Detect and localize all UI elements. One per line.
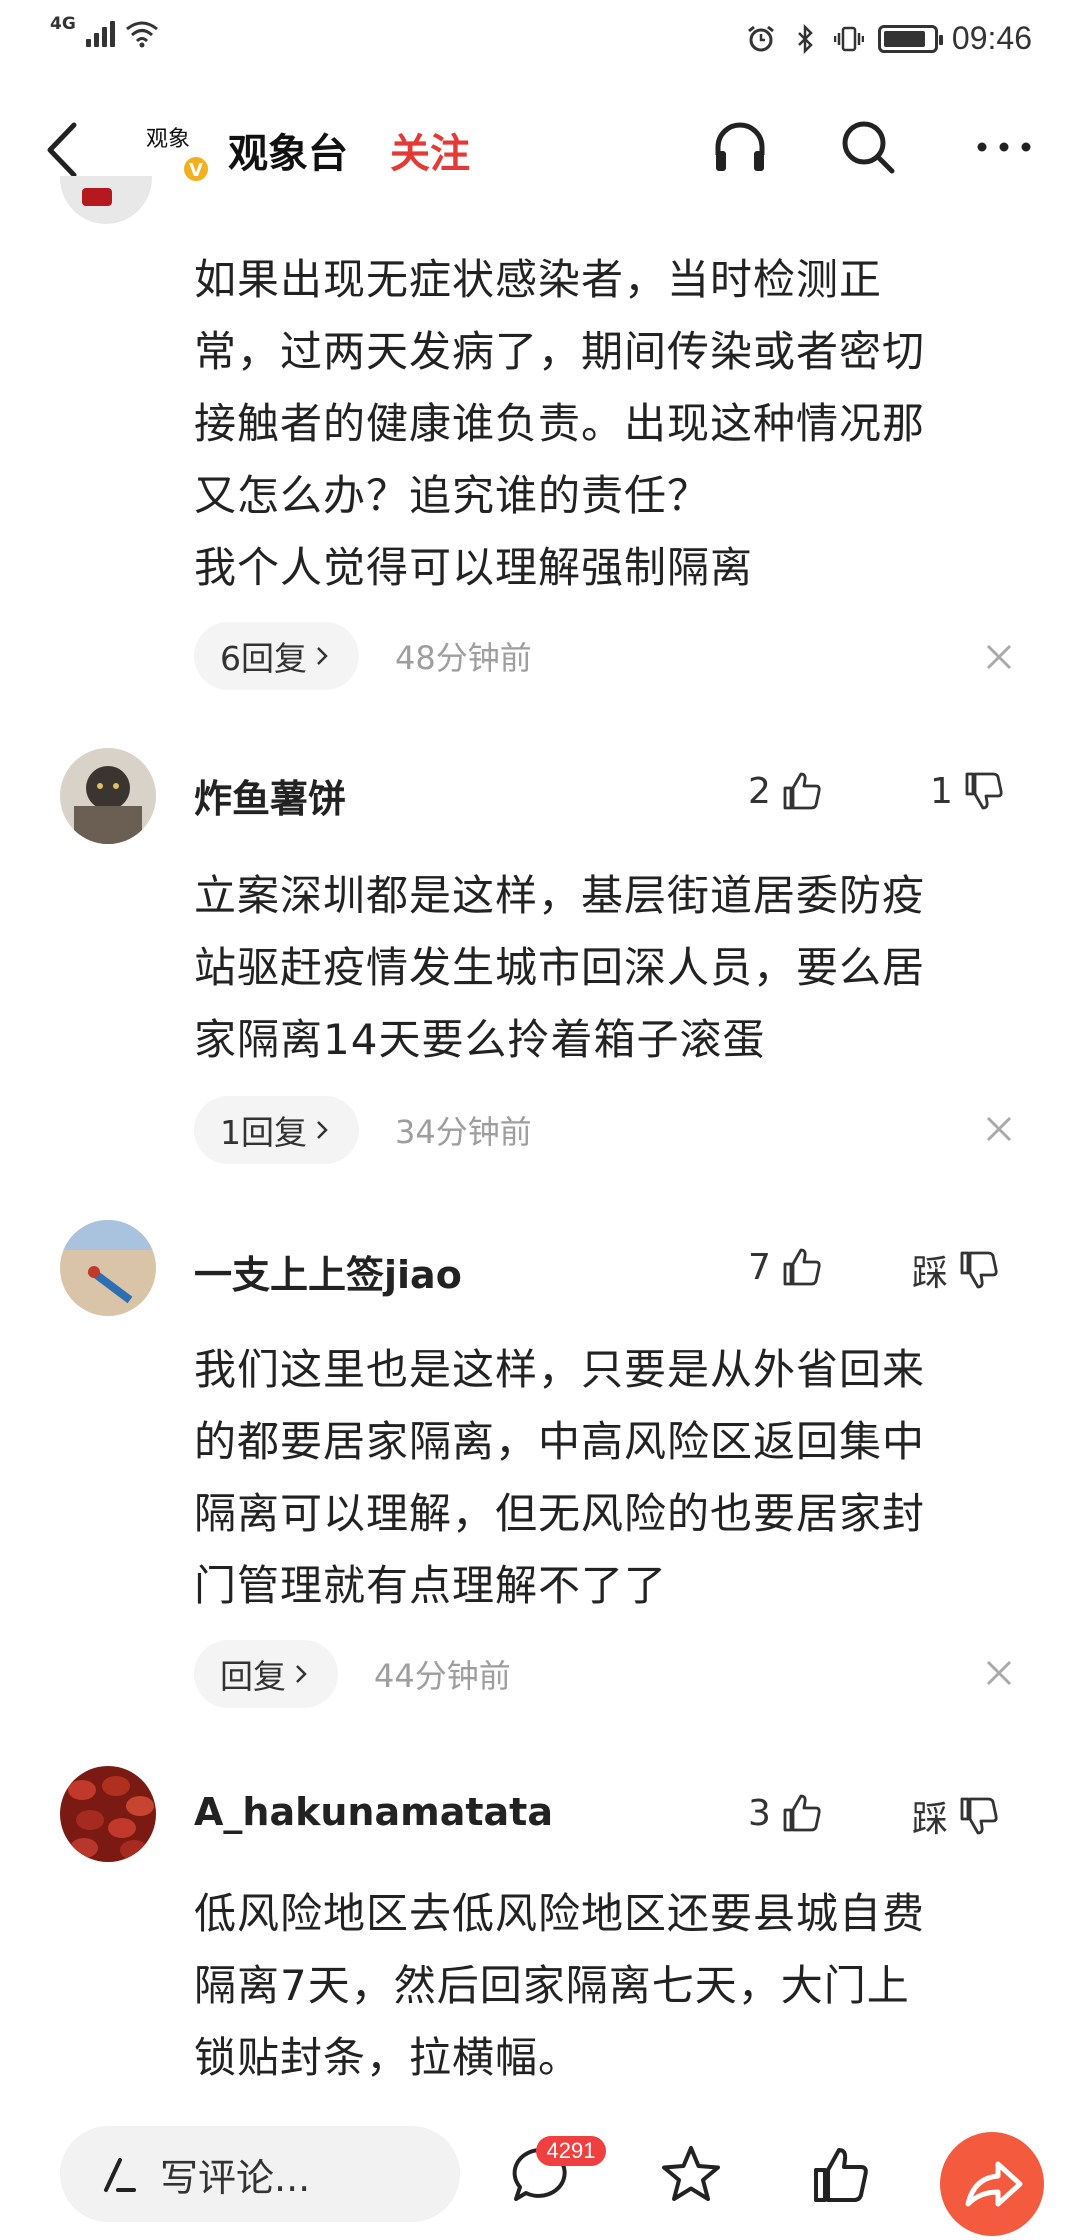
reply-button[interactable]: 回复 xyxy=(194,1640,338,1708)
chevron-right-icon xyxy=(317,647,328,665)
account-name[interactable]: 观象台 xyxy=(228,121,348,179)
bottom-bar: 写评论... 4291 xyxy=(0,2112,1080,2240)
reply-button[interactable]: 1回复 xyxy=(194,1096,359,1164)
chevron-right-icon xyxy=(296,1665,307,1683)
username[interactable]: 炸鱼薯饼 xyxy=(194,768,346,823)
alarm-icon xyxy=(747,25,774,51)
close-icon[interactable] xyxy=(984,1658,1014,1688)
wifi-icon xyxy=(125,21,158,48)
battery-level xyxy=(883,30,925,47)
reply-button[interactable]: 6回复 xyxy=(194,622,359,690)
thumbs-up-icon xyxy=(783,1248,821,1286)
thumbs-up-icon xyxy=(783,1794,821,1832)
like-button[interactable]: 2 xyxy=(748,768,825,814)
thumbs-up-icon xyxy=(783,772,821,810)
comment-time: 44分钟前 xyxy=(374,1657,511,1695)
dislike-button[interactable]: 1 xyxy=(930,768,1007,814)
bluetooth-icon xyxy=(798,23,813,54)
status-bar: 4G 09:46 xyxy=(0,0,1080,80)
verified-badge-icon: V xyxy=(182,155,210,183)
headphones-icon[interactable] xyxy=(708,115,772,179)
account-logo[interactable]: 观象 V xyxy=(142,113,210,183)
username[interactable]: A_hakunamatata xyxy=(194,1790,553,1834)
chevron-right-icon xyxy=(317,1121,328,1139)
thumbs-down-icon xyxy=(960,1797,998,1835)
dislike-button[interactable]: 踩 xyxy=(912,1790,1002,1842)
star-icon[interactable] xyxy=(658,2142,724,2208)
back-icon[interactable] xyxy=(40,117,84,183)
comment-text: 低风险地区去低风险地区还要县城自费 隔离7天，然后回家隔离七天，大门上 锁贴封条… xyxy=(194,1889,926,2082)
comment-input[interactable]: 写评论... xyxy=(60,2126,460,2222)
avatar[interactable] xyxy=(60,748,156,844)
header: 观象 V 观象台 关注 xyxy=(0,95,1080,205)
like-button[interactable]: 3 xyxy=(748,1790,825,1836)
thumbs-down-icon xyxy=(965,772,1003,810)
search-icon[interactable] xyxy=(836,115,900,179)
comment-time: 34分钟前 xyxy=(395,1113,532,1151)
signal-icon xyxy=(85,21,115,47)
comment-input-placeholder: 写评论... xyxy=(160,2155,311,2200)
network-type: 4G xyxy=(50,14,76,34)
share-button[interactable] xyxy=(940,2132,1044,2236)
comment-text: 我们这里也是这样，只要是从外省回来 的都要居家隔离，中高风险区返回集中 隔离可以… xyxy=(194,1345,926,1610)
like-button[interactable]: 7 xyxy=(748,1244,825,1290)
comment-count-badge: 4291 xyxy=(536,2136,606,2166)
avatar[interactable] xyxy=(60,1766,156,1862)
avatar[interactable] xyxy=(60,1220,156,1316)
close-icon[interactable] xyxy=(984,1114,1014,1144)
close-icon[interactable] xyxy=(984,642,1014,672)
clock: 09:46 xyxy=(951,20,1032,56)
comment-time: 48分钟前 xyxy=(395,639,532,677)
dislike-button[interactable]: 踩 xyxy=(912,1244,1002,1296)
thumbs-down-icon xyxy=(960,1251,998,1289)
vibrate-icon xyxy=(833,26,864,51)
share-icon xyxy=(965,2161,1023,2207)
username[interactable]: 一支上上签jiao xyxy=(194,1244,462,1299)
comment-text: 立案深圳都是这样，基层街道居委防疫 站驱赶疫情发生城市回深人员，要么居 家隔离1… xyxy=(194,871,926,1064)
follow-button[interactable]: 关注 xyxy=(390,121,470,179)
pen-icon xyxy=(104,2158,136,2192)
comment-text: 如果出现无症状感染者，当时检测正 常，过两天发病了，期间传染或者密切 接触者的健… xyxy=(194,255,926,592)
logo-text: 观象 xyxy=(146,127,191,152)
thumbs-up-icon[interactable] xyxy=(808,2142,874,2208)
battery-icon xyxy=(877,24,943,53)
avatar[interactable] xyxy=(60,176,152,226)
more-icon[interactable] xyxy=(972,115,1036,179)
